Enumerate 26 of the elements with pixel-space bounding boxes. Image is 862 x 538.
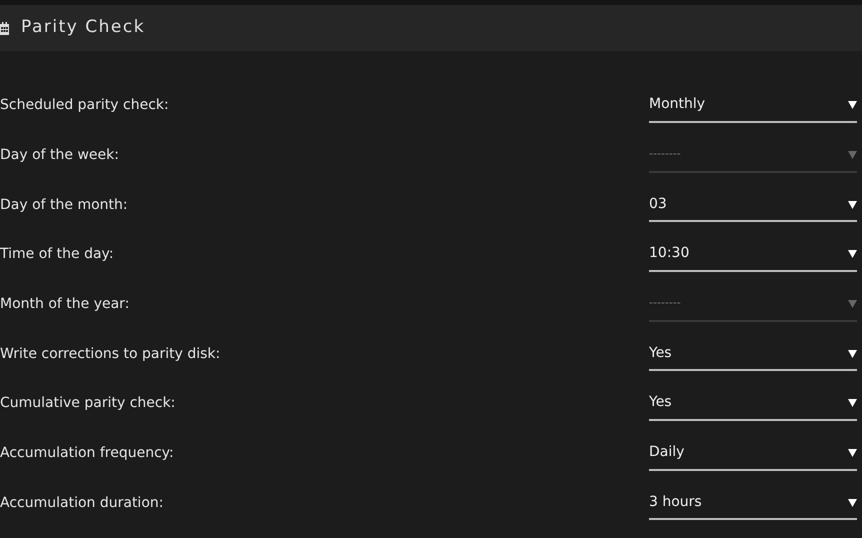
dropdown[interactable]: 10:30 [649,238,857,272]
dropdown[interactable]: 3 hours [649,486,857,520]
caret-icon [848,100,857,110]
caret-icon [848,150,857,160]
caret-icon [848,348,857,358]
caret-icon [848,498,857,507]
field-label: Accumulation duration: [0,494,164,513]
caret-icon [848,200,857,209]
field-label: Day of the month: [0,196,128,215]
caret-icon [848,299,857,308]
field-label: Day of the week: [0,146,119,166]
field-label: Cumulative parity check: [0,394,176,414]
dropdown[interactable]: Monthly [649,88,857,123]
field-label: Time of the day: [0,245,114,264]
dropdown[interactable]: Daily [649,436,857,471]
dropdown[interactable]: 03 [649,188,857,222]
caret-icon [848,398,857,408]
field-label: Accumulation frequency: [0,444,174,464]
panel-title: Parity Check [21,16,146,40]
dropdown[interactable]: Yes [649,337,857,372]
caret-icon [848,249,857,258]
caret-icon [848,448,857,458]
field-label: Write corrections to parity disk: [0,344,220,364]
field-label: Scheduled parity check: [0,96,169,116]
field-label: Month of the year: [0,295,130,314]
dropdown[interactable]: Yes [649,386,857,421]
